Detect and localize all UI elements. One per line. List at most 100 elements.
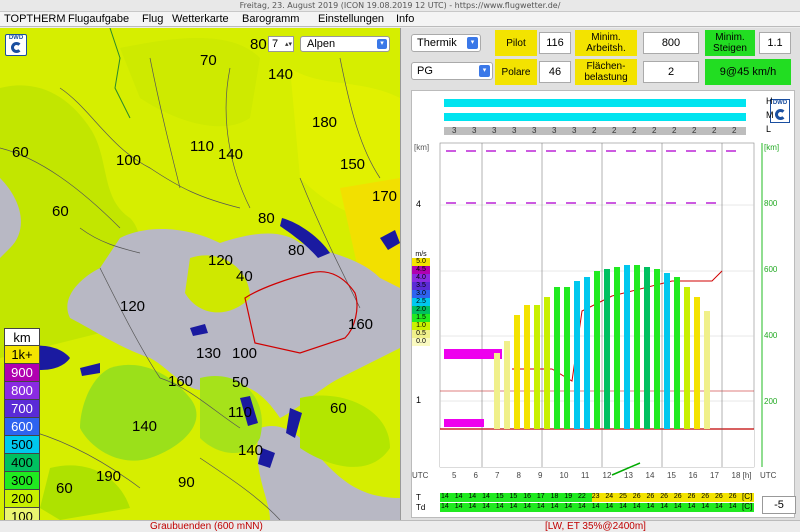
- temperature-cell: 18: [550, 493, 559, 500]
- temperature-cell: 17: [536, 493, 545, 500]
- thermal-column: [644, 267, 650, 429]
- legend-unit: km: [4, 328, 40, 346]
- thermal-column: [504, 341, 510, 429]
- contour-label: 80: [288, 242, 305, 259]
- temperature-cell: 26: [728, 493, 737, 500]
- dewpoint-cell: 14: [591, 503, 600, 510]
- climb-rate-level: 1.0: [412, 322, 430, 330]
- contour-label: 50: [232, 374, 249, 391]
- low-cloud-value: 3: [472, 126, 477, 135]
- temperature-cell: 14: [441, 493, 449, 500]
- climb-rate-scale: m/s 5.0 4.5 4.0 3.5 3.0 2.5 2.0 1.5 1.0 0.5 0.0: [412, 251, 430, 346]
- x-axis-tick: 18 [h]: [731, 471, 752, 480]
- contour-label: 170: [372, 188, 398, 205]
- contour-label: 110: [228, 404, 252, 421]
- right-axis-tick: 600: [764, 265, 778, 274]
- thermal-column: [674, 277, 680, 429]
- low-cloud-value: 2: [632, 126, 637, 135]
- mode-select[interactable]: Thermik ▾: [411, 34, 481, 52]
- time-offset-select[interactable]: -5: [762, 496, 796, 514]
- height-legend: km 1k+ 900 800 700 600 500 400 300 200 1…: [4, 328, 40, 520]
- low-cloud-value: 3: [552, 126, 557, 135]
- temperature-cell: 26: [701, 493, 710, 500]
- chevron-down-icon: ▾: [377, 39, 387, 49]
- climb-rate-level: 0.5: [412, 330, 430, 338]
- menu-wetterkarte[interactable]: Wetterkarte: [172, 12, 229, 27]
- dewpoint-cell: 14: [550, 503, 559, 510]
- contour-label: 80: [250, 36, 267, 53]
- menu-barogramm[interactable]: Barogramm: [242, 12, 299, 27]
- menu-flug[interactable]: Flug: [142, 12, 163, 27]
- pilot-weight-field[interactable]: 116: [539, 32, 571, 54]
- x-axis-label-right: UTC: [760, 471, 777, 480]
- pilot-label: Pilot: [495, 30, 537, 56]
- temperature-cell: 26: [646, 493, 655, 500]
- contour-label: 60: [56, 480, 73, 497]
- min-working-height-field[interactable]: 800: [643, 32, 699, 54]
- dewpoint-cell: 14: [441, 503, 449, 510]
- thermal-column: [564, 287, 570, 429]
- temperature-cell: 25: [619, 493, 627, 500]
- menu-info[interactable]: Info: [396, 12, 414, 27]
- low-cloud-value: 2: [612, 126, 617, 135]
- thermal-column: [554, 287, 560, 429]
- low-cloud-value: 2: [692, 126, 697, 135]
- polar-field[interactable]: 46: [539, 61, 571, 83]
- x-axis-tick: 9: [538, 471, 543, 480]
- x-axis-tick: 10: [559, 471, 569, 480]
- zoom-level-select[interactable]: 7 ▴▾: [268, 36, 294, 52]
- meteogram-canvas: [439, 99, 763, 512]
- thermal-column: [534, 305, 540, 429]
- temperature-cell: 26: [632, 493, 641, 500]
- x-axis-tick: 16: [688, 471, 698, 480]
- contour-label: 90: [178, 474, 195, 491]
- glider-select[interactable]: PG ▾: [411, 62, 493, 80]
- legend-level: 400: [4, 454, 40, 472]
- low-cloud-value: 2: [592, 126, 597, 135]
- temperature-cell: 14: [482, 493, 490, 500]
- temperature-cell: 24: [605, 493, 614, 500]
- min-climb-label: Minim. Steigen: [705, 30, 755, 56]
- chevron-down-icon: ▾: [479, 65, 490, 77]
- low-cloud-value: 3: [512, 126, 517, 135]
- thermal-column: [624, 265, 630, 429]
- legend-level: 200: [4, 490, 40, 508]
- menu-toptherm[interactable]: TOPTHERM: [4, 12, 66, 27]
- window-title: Freitag, 23. August 2019 (ICON 19.08.201…: [0, 0, 800, 12]
- x-axis-tick: 7: [495, 471, 500, 480]
- temperature-cell: 15: [509, 493, 518, 500]
- legend-level: 800: [4, 382, 40, 400]
- dewpoint-cell: 14: [482, 503, 490, 510]
- dewpoint-cell: 14: [632, 503, 641, 510]
- thermal-column: [574, 281, 580, 429]
- map-canvas: [0, 28, 400, 520]
- high-cloud-label: H: [766, 96, 773, 106]
- x-axis-tick: 5: [452, 471, 457, 480]
- dwd-logo: DWD: [5, 34, 27, 56]
- contour-label: 120: [120, 298, 146, 315]
- menu-flugaufgabe[interactable]: Flugaufgabe: [68, 12, 129, 27]
- temperature-cell: 26: [687, 493, 696, 500]
- contour-label: 180: [312, 114, 338, 131]
- dewpoint-cell: 14: [468, 503, 477, 510]
- left-axis-tick: 4: [416, 199, 422, 209]
- contour-label: 160: [168, 373, 194, 390]
- min-climb-field[interactable]: 1.1: [759, 32, 791, 54]
- menu-bar: TOPTHERM Flugaufgabe Flug Wetterkarte Ba…: [0, 12, 800, 27]
- low-cloud-value: 2: [732, 126, 737, 135]
- contour-label: 140: [132, 418, 158, 435]
- temperature-cell: 26: [715, 493, 723, 500]
- x-axis-tick: 14: [645, 471, 655, 480]
- low-cloud-label: L: [766, 124, 772, 134]
- wing-loading-field[interactable]: 2: [643, 61, 699, 83]
- menu-einstellungen[interactable]: Einstellungen: [318, 12, 384, 27]
- contour-label: 60: [330, 400, 347, 417]
- region-select[interactable]: Alpen ▾: [300, 36, 390, 52]
- contour-label: 140: [218, 146, 244, 163]
- meteogram-panel: Thermik ▾ Pilot 116 Minim. Arbeitsh. 800…: [400, 28, 800, 520]
- temperature-cell: 23: [591, 493, 600, 500]
- contour-label: 190: [96, 468, 122, 485]
- right-axis-tick: 200: [764, 397, 778, 406]
- dewpoint-cell: 14: [509, 503, 518, 510]
- thermal-map[interactable]: DWD 7 ▴▾ Alpen ▾ 80 70 140 60 100 110 14…: [0, 28, 400, 520]
